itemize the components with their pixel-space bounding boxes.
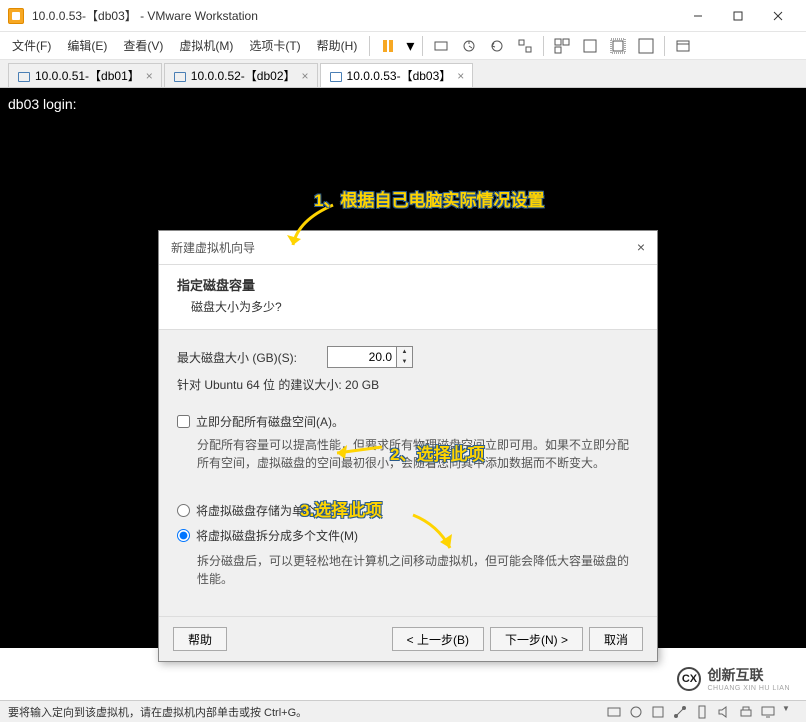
status-icons: ▼ [606,704,798,720]
status-text: 要将输入定向到该虚拟机，请在虚拟机内部单击或按 Ctrl+G。 [8,704,307,720]
dialog-header-sub: 磁盘大小为多少? [191,298,639,315]
max-size-label: 最大磁盘大小 (GB)(S): [177,349,327,366]
back-button[interactable]: < 上一步(B) [392,627,484,651]
watermark-sub: CHUANG XIN HU LIAN [707,685,790,692]
pause-button[interactable] [376,34,400,58]
vm-icon [329,70,343,82]
thumbnails-icon[interactable] [550,34,574,58]
multi-file-radio[interactable] [177,529,190,542]
toolbar-dropdown-icon[interactable]: ▾ [404,34,416,58]
tab-label: 10.0.0.51-【db01】 [35,67,140,84]
window-title: 10.0.0.53-【db03】 - VMware Workstation [32,7,678,24]
vm-tab[interactable]: 10.0.0.51-【db01】 × [8,63,162,87]
device-floppy-icon[interactable] [650,704,666,720]
allocate-now-checkbox[interactable] [177,415,190,428]
device-net-icon[interactable] [672,704,688,720]
manage-snapshot-icon[interactable] [513,34,537,58]
vm-tab[interactable]: 10.0.0.52-【db02】 × [164,63,318,87]
revert-icon[interactable] [485,34,509,58]
new-vm-wizard-dialog: 新建虚拟机向导 × 指定磁盘容量 磁盘大小为多少? 最大磁盘大小 (GB)(S)… [158,230,658,662]
tab-label: 10.0.0.53-【db03】 [347,67,452,84]
cancel-button[interactable]: 取消 [589,627,643,651]
vm-icon [173,70,187,82]
vm-icon [17,70,31,82]
device-cd-icon[interactable] [628,704,644,720]
menu-vm[interactable]: 虚拟机(M) [171,33,241,58]
allocate-now-label: 立即分配所有磁盘空间(A)。 [196,413,344,430]
watermark-text: 创新互联 [707,665,790,685]
device-usb-icon[interactable] [694,704,710,720]
recommended-text: 针对 Ubuntu 64 位 的建议大小: 20 GB [177,376,639,393]
allocate-help-text: 分配所有容量可以提高性能，但要求所有物理磁盘空间立即可用。如果不立即分配所有空间… [197,436,639,472]
stretch-icon[interactable] [606,34,630,58]
vm-tab[interactable]: 10.0.0.53-【db03】 × [320,63,474,87]
snapshot-icon[interactable] [457,34,481,58]
menu-file[interactable]: 文件(F) [4,33,59,58]
send-keys-icon[interactable] [429,34,453,58]
watermark-logo-icon: CX [677,667,701,691]
dialog-header-title: 指定磁盘容量 [177,275,639,294]
dialog-title: 新建虚拟机向导 [171,239,255,256]
size-spinner[interactable]: ▲▼ [397,346,413,368]
unity-icon[interactable] [578,34,602,58]
menu-help[interactable]: 帮助(H) [309,33,366,58]
terminal[interactable]: db03 login: 新建虚拟机向导 × 指定磁盘容量 磁盘大小为多少? 最大… [0,88,806,648]
device-disk-icon[interactable] [606,704,622,720]
device-display-icon[interactable] [760,704,776,720]
tab-close-icon[interactable]: × [146,69,153,83]
next-button[interactable]: 下一步(N) > [490,627,583,651]
statusbar: 要将输入定向到该虚拟机，请在虚拟机内部单击或按 Ctrl+G。 ▼ [0,700,806,722]
watermark: CX 创新互联 CHUANG XIN HU LIAN [669,661,798,696]
maximize-button[interactable] [718,1,758,31]
terminal-line: db03 login: [8,96,798,112]
help-button[interactable]: 帮助 [173,627,227,651]
menu-edit[interactable]: 编辑(E) [59,33,115,58]
menu-tabs[interactable]: 选项卡(T) [241,33,308,58]
app-icon [8,8,24,24]
tab-close-icon[interactable]: × [457,69,464,83]
fullscreen-icon[interactable] [634,34,658,58]
dialog-close-icon[interactable]: × [637,239,645,256]
tab-close-icon[interactable]: × [302,69,309,83]
tabbar: 10.0.0.51-【db01】 × 10.0.0.52-【db02】 × 10… [0,60,806,88]
titlebar: 10.0.0.53-【db03】 - VMware Workstation [0,0,806,32]
device-printer-icon[interactable] [738,704,754,720]
tab-label: 10.0.0.52-【db02】 [191,67,296,84]
max-size-input[interactable] [327,346,397,368]
single-file-label: 将虚拟磁盘存储为单个文件(O) [196,502,357,519]
single-file-radio[interactable] [177,504,190,517]
multi-file-label: 将虚拟磁盘拆分成多个文件(M) [196,527,358,544]
device-sound-icon[interactable] [716,704,732,720]
menubar: 文件(F) 编辑(E) 查看(V) 虚拟机(M) 选项卡(T) 帮助(H) ▾ [0,32,806,60]
library-icon[interactable] [671,34,695,58]
minimize-button[interactable] [678,1,718,31]
dropdown-icon[interactable]: ▼ [782,704,798,720]
menu-view[interactable]: 查看(V) [115,33,171,58]
multi-file-help: 拆分磁盘后，可以更轻松地在计算机之间移动虚拟机，但可能会降低大容量磁盘的性能。 [197,552,639,588]
close-button[interactable] [758,1,798,31]
